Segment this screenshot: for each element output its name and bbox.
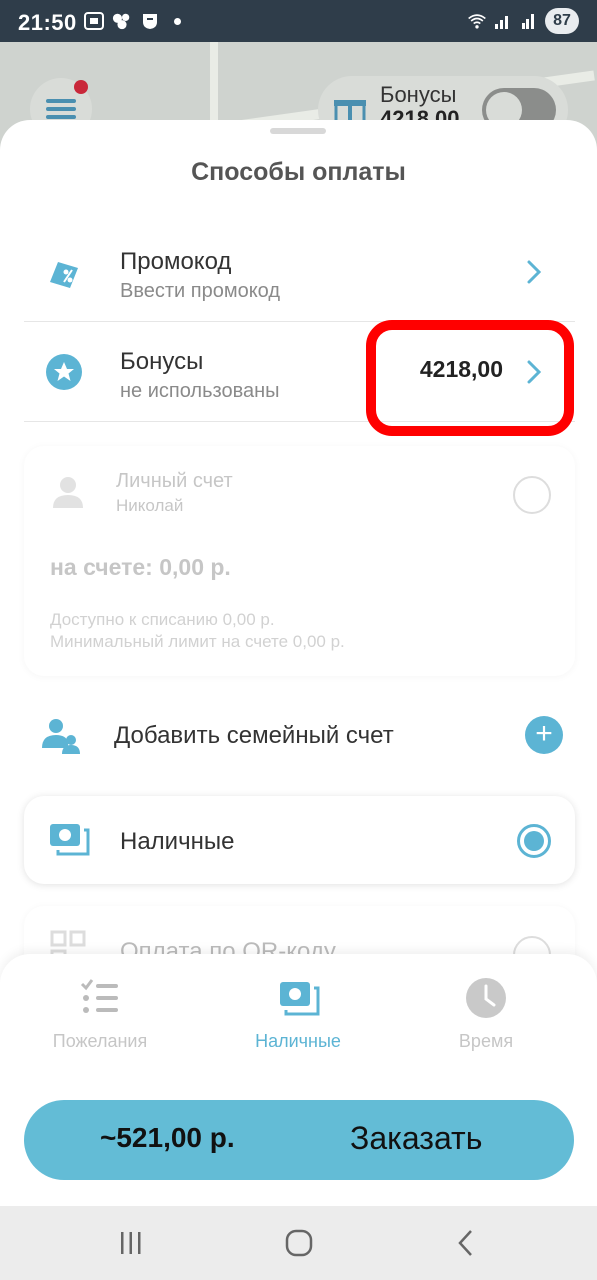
- tab-cash[interactable]: Наличные: [208, 976, 388, 1052]
- personal-account-card[interactable]: Личный счет Николай на счете: 0,00 р. До…: [24, 446, 575, 676]
- sheet-drag-handle[interactable]: [270, 128, 326, 134]
- cash-payment-card[interactable]: Наличные: [24, 796, 575, 884]
- home-icon[interactable]: [284, 1228, 314, 1258]
- hamburger-icon: [46, 99, 76, 119]
- order-price: ~521,00 р.: [100, 1122, 235, 1153]
- more-notifications-dot: [174, 17, 181, 25]
- add-family-account-row[interactable]: Добавить семейный счет +: [24, 688, 575, 788]
- promo-code-title: Промокод: [120, 248, 232, 275]
- payment-methods-sheet: Способы оплаты Промокод Ввести промокод …: [0, 120, 597, 1206]
- status-notification-icons: [84, 12, 181, 30]
- personal-account-radio[interactable]: [513, 476, 551, 514]
- personal-account-min-limit: Минимальный лимит на счете 0,00 р.: [50, 632, 345, 651]
- status-bar: 21:50 87: [0, 0, 597, 42]
- tab-time[interactable]: Время: [396, 976, 576, 1052]
- tab-wishes-label: Пожелания: [52, 1031, 148, 1051]
- highlight-annotation: [366, 320, 574, 436]
- star-badge-icon: [46, 354, 82, 390]
- roaming-signal-icon: [519, 12, 539, 30]
- status-system-icons: 87: [467, 8, 579, 34]
- tab-time-label: Время: [458, 1031, 514, 1051]
- personal-account-balance: на счете: 0,00 р.: [50, 554, 231, 580]
- battery-indicator: 87: [545, 8, 579, 34]
- notification-dot: [74, 80, 88, 94]
- bonus-pill-label: Бонусы: [380, 82, 457, 107]
- person-icon: [53, 477, 83, 508]
- bonuses-title: Бонусы: [120, 348, 204, 375]
- tab-cash-label: Наличные: [255, 1031, 341, 1051]
- cash-icon: [50, 824, 90, 856]
- personal-account-available: Доступно к списанию 0,00 р.: [50, 610, 275, 629]
- order-button-label: Заказать: [350, 1120, 483, 1156]
- promo-code-subtitle: Ввести промокод: [120, 280, 281, 302]
- cash-payment-radio[interactable]: [517, 824, 551, 858]
- back-icon[interactable]: [452, 1228, 482, 1258]
- clock-icon: [466, 978, 506, 1018]
- checklist-icon: [80, 979, 118, 1013]
- recent-apps-icon[interactable]: [116, 1228, 146, 1258]
- chevron-right-icon: [527, 260, 542, 284]
- order-bottom-panel: Пожелания Наличные Время ~521,00 р. Зака…: [0, 954, 597, 1206]
- family-users-icon: [42, 719, 80, 754]
- wifi-icon: [467, 12, 487, 30]
- app-cluster-icon: [112, 12, 132, 30]
- discount-tag-icon: [50, 262, 78, 288]
- screenshot-icon: [84, 12, 104, 30]
- bonuses-subtitle: не использованы: [120, 380, 280, 402]
- shield-icon: [140, 12, 160, 30]
- signal-icon: [493, 12, 513, 30]
- order-button[interactable]: ~521,00 р. Заказать: [24, 1100, 574, 1180]
- add-family-account-button[interactable]: +: [525, 716, 563, 754]
- tab-wishes[interactable]: Пожелания: [10, 976, 190, 1052]
- personal-account-owner: Николай: [116, 496, 184, 515]
- promo-code-row[interactable]: Промокод Ввести промокод: [24, 222, 575, 322]
- system-navigation-bar: [0, 1206, 597, 1280]
- status-time: 21:50: [18, 10, 77, 35]
- cash-payment-title: Наличные: [120, 828, 235, 855]
- sheet-title: Способы оплаты: [191, 158, 406, 186]
- cash-icon: [280, 982, 320, 1016]
- add-family-account-title: Добавить семейный счет: [114, 722, 394, 749]
- personal-account-title: Личный счет: [116, 470, 233, 492]
